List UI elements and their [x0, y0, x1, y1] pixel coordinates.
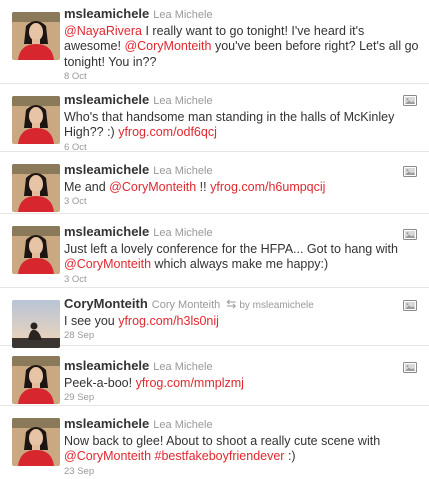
- tweet-header: msleamichele Lea Michele: [64, 416, 419, 434]
- screen-name[interactable]: msleamichele: [64, 224, 149, 239]
- tweet-5: msleamichele Lea Michele Peek-a-boo! yfrog…: [0, 346, 429, 406]
- tweet-text: Now back to glee! About to shoot a reall…: [64, 434, 419, 465]
- url-link[interactable]: yfrog.com/h6umpqcij: [210, 180, 325, 194]
- avatar[interactable]: [12, 12, 60, 60]
- screen-name[interactable]: msleamichele: [64, 416, 149, 431]
- timestamp[interactable]: 3 Oct: [64, 273, 419, 286]
- full-name: Lea Michele: [153, 95, 213, 107]
- text-segment: I see you: [64, 313, 119, 328]
- tweet-body: msleamichele Lea Michele Me and @CoryMonte…: [64, 162, 419, 208]
- tweet-body: msleamichele Lea Michele @NayaRivera I rea…: [64, 6, 419, 83]
- text-segment: Who's that handsome man standing in the …: [64, 109, 395, 140]
- screen-name[interactable]: msleamichele: [64, 358, 149, 373]
- tweet-text: Peek-a-boo! yfrog.com/mmplzmj: [64, 376, 419, 392]
- tweet-header: msleamichele Lea Michele: [64, 358, 419, 376]
- tweet-body: msleamichele Lea Michele Who's that handso…: [64, 92, 419, 154]
- media-icon[interactable]: [403, 227, 417, 240]
- retweet-icon: ⇆: [226, 297, 237, 311]
- media-icon[interactable]: [403, 298, 417, 311]
- media-icon[interactable]: [403, 164, 417, 177]
- avatar[interactable]: [12, 96, 60, 144]
- timestamp[interactable]: 23 Sep: [64, 465, 419, 478]
- full-name: Lea Michele: [153, 361, 213, 373]
- text-segment: Me and: [64, 179, 110, 194]
- tweet-body: msleamichele Lea Michele Peek-a-boo! yfrog…: [64, 358, 419, 404]
- tweet-body: msleamichele Lea Michele Now back to glee!…: [64, 416, 419, 478]
- mention-link[interactable]: @CoryMonteith: [64, 257, 151, 271]
- mention-link[interactable]: @CoryMonteith: [109, 180, 196, 194]
- tweet-2: msleamichele Lea Michele Me and @CoryMonte…: [0, 152, 429, 214]
- tweet-text: Who's that handsome man standing in the …: [64, 110, 419, 141]
- tweet-text: Just left a lovely conference for the HF…: [64, 242, 419, 273]
- tweet-header: msleamichele Lea Michele: [64, 92, 419, 110]
- text-segment: Just left a lovely conference for the HF…: [64, 241, 398, 256]
- screen-name[interactable]: msleamichele: [64, 6, 149, 21]
- avatar[interactable]: [12, 300, 60, 348]
- full-name: Lea Michele: [153, 9, 213, 21]
- avatar[interactable]: [12, 356, 60, 404]
- tweet-text: Me and @CoryMonteith !! yfrog.com/h6umpq…: [64, 180, 419, 196]
- timestamp[interactable]: 29 Sep: [64, 391, 419, 404]
- tweet-3: msleamichele Lea Michele Just left a lovel…: [0, 214, 429, 288]
- mention-link[interactable]: @CoryMonteith: [64, 449, 151, 463]
- timestamp[interactable]: 28 Sep: [64, 329, 419, 342]
- avatar[interactable]: [12, 226, 60, 274]
- avatar[interactable]: [12, 164, 60, 212]
- tweet-0: msleamichele Lea Michele @NayaRivera I rea…: [0, 0, 429, 84]
- screen-name[interactable]: msleamichele: [64, 162, 149, 177]
- mention-link[interactable]: @CoryMonteith: [124, 39, 211, 53]
- tweet-body: CoryMonteith Cory Monteith ⇆ by msleamichel…: [64, 296, 419, 342]
- full-name: Lea Michele: [153, 227, 213, 239]
- full-name: Lea Michele: [153, 419, 213, 431]
- text-segment: :): [284, 449, 296, 463]
- url-link[interactable]: yfrog.com/odf6qcj: [118, 125, 217, 139]
- url-link[interactable]: yfrog.com/mmplzmj: [136, 376, 244, 390]
- tweet-header: CoryMonteith Cory Monteith ⇆ by msleamichel…: [64, 296, 419, 314]
- text-segment: !!: [196, 179, 211, 194]
- timestamp[interactable]: 8 Oct: [64, 70, 419, 83]
- tweet-text: I see you yfrog.com/h3ls0nij: [64, 314, 419, 330]
- full-name: Cory Monteith: [151, 299, 221, 311]
- text-segment: which always make me happy:): [151, 257, 329, 271]
- tweet-6: msleamichele Lea Michele Now back to glee!…: [0, 406, 429, 479]
- avatar[interactable]: [12, 418, 60, 466]
- tweet-text: @NayaRivera I really want to go tonight!…: [64, 24, 419, 71]
- screen-name[interactable]: msleamichele: [64, 92, 149, 107]
- screen-name[interactable]: CoryMonteith: [64, 296, 148, 311]
- tweet-1: msleamichele Lea Michele Who's that handso…: [0, 84, 429, 154]
- tweet-header: msleamichele Lea Michele: [64, 162, 419, 180]
- mention-link[interactable]: @NayaRivera: [64, 24, 142, 38]
- media-icon[interactable]: [403, 93, 417, 106]
- tweet-body: msleamichele Lea Michele Just left a lovel…: [64, 224, 419, 286]
- media-icon[interactable]: [403, 360, 417, 373]
- tweet-header: msleamichele Lea Michele: [64, 6, 419, 24]
- retweet-by: by msleamichele: [239, 300, 314, 311]
- timestamp[interactable]: 3 Oct: [64, 195, 419, 208]
- hashtag-link[interactable]: #bestfakeboyfriendever: [155, 449, 285, 463]
- tweet-4: CoryMonteith Cory Monteith ⇆ by msleamichel…: [0, 288, 429, 348]
- full-name: Lea Michele: [153, 165, 213, 177]
- url-link[interactable]: yfrog.com/h3ls0nij: [118, 314, 219, 328]
- text-segment: Peek-a-boo!: [64, 375, 136, 390]
- tweet-header: msleamichele Lea Michele: [64, 224, 419, 242]
- text-segment: Now back to glee! About to shoot a reall…: [64, 433, 381, 448]
